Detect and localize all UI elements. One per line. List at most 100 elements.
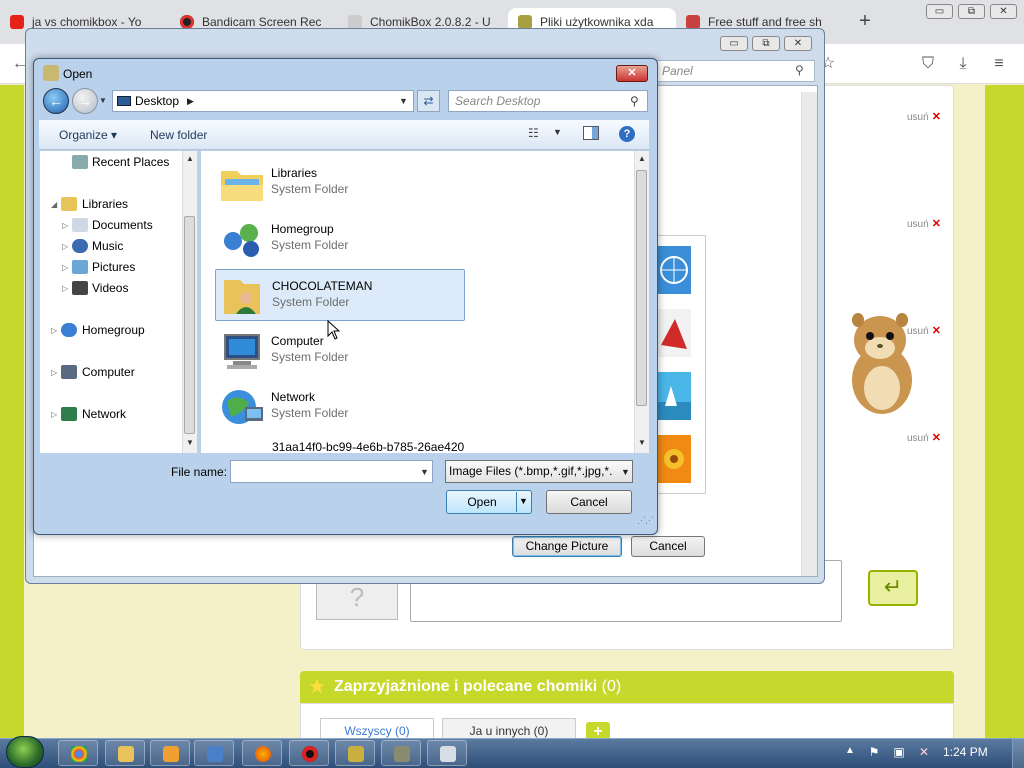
folder-icon (118, 746, 134, 762)
organize-menu[interactable]: Organize ▾ (59, 128, 117, 142)
firefox-icon (255, 746, 271, 762)
cancel-button[interactable]: Cancel (631, 536, 705, 557)
refresh-button[interactable]: ⇄ (417, 90, 440, 112)
friends-section-title: Zaprzyjaźnione i polecane chomiki (0) (334, 678, 621, 696)
taskbar-chrome[interactable] (58, 740, 98, 766)
expand-triangle-icon[interactable]: ▷ (51, 326, 57, 335)
delete-link[interactable]: usuń ✕ (907, 217, 941, 230)
picture-thumbnail[interactable] (657, 372, 691, 420)
picture-thumbnail[interactable] (657, 309, 691, 357)
taskbar-chomikbox[interactable] (335, 740, 375, 766)
scroll-up-icon[interactable]: ▲ (186, 154, 194, 163)
list-item[interactable]: Homegroup System Folder (215, 213, 465, 265)
nav-libraries[interactable]: Libraries (82, 197, 128, 211)
cancel-button[interactable]: Cancel (546, 490, 632, 514)
delete-link[interactable]: usuń ✕ (907, 431, 941, 444)
network-tray-icon[interactable]: ▣ (892, 745, 906, 759)
resize-grip-icon[interactable]: ⋰⋰ (637, 515, 654, 526)
start-button[interactable] (6, 736, 44, 768)
picture-thumbnail[interactable] (657, 435, 691, 483)
chevron-down-icon[interactable]: ▼ (621, 467, 630, 477)
new-tab-button[interactable]: + (854, 10, 876, 32)
file-type-select[interactable]: Image Files (*.bmp,*.gif,*.jpg,*. (445, 460, 633, 483)
open-label: Open (467, 495, 497, 509)
help-button[interactable]: ? (619, 126, 635, 142)
change-view-icon[interactable]: ☷ (528, 126, 539, 140)
nav-videos[interactable]: Videos (92, 281, 128, 295)
forward-button[interactable]: → (72, 88, 98, 114)
taskbar-app[interactable] (427, 740, 467, 766)
address-bar[interactable]: Desktop ▶ ▼ (112, 90, 414, 112)
taskbar-media[interactable] (150, 740, 190, 766)
homegroup-icon (224, 224, 259, 257)
new-folder-button[interactable]: New folder (150, 128, 207, 142)
volume-muted-icon[interactable]: ✕ (917, 745, 931, 759)
minimize-button[interactable]: ▭ (720, 36, 748, 51)
search-input[interactable]: Search Desktop (448, 90, 648, 112)
nav-recent-places[interactable]: Recent Places (92, 155, 169, 169)
file-name-input[interactable] (230, 460, 433, 483)
scrollbar-thumb[interactable] (184, 216, 195, 434)
change-picture-button[interactable]: Change Picture (512, 536, 622, 557)
chevron-down-icon[interactable]: ▼ (519, 496, 528, 506)
close-button[interactable]: ✕ (784, 36, 812, 51)
scrollbar-thumb[interactable] (636, 170, 647, 406)
menu-icon[interactable]: ≡ (989, 54, 1009, 74)
expand-triangle-icon[interactable]: ▷ (51, 410, 57, 419)
nav-homegroup[interactable]: Homegroup (82, 323, 145, 337)
expand-triangle-icon[interactable]: ▷ (62, 263, 68, 272)
list-item-selected[interactable]: CHOCOLATEMAN System Folder (215, 269, 465, 321)
send-button[interactable]: ↵ (868, 570, 918, 606)
nav-network[interactable]: Network (82, 407, 126, 421)
expand-triangle-icon[interactable]: ▷ (62, 284, 68, 293)
preview-pane-button[interactable] (583, 126, 599, 140)
scroll-down-icon[interactable]: ▼ (638, 438, 646, 447)
show-desktop-button[interactable] (1012, 739, 1024, 768)
taskbar-explorer[interactable] (105, 740, 145, 766)
delete-x-icon: ✕ (931, 325, 941, 337)
clock[interactable]: 1:24 PM (943, 745, 988, 759)
taskbar-app[interactable] (381, 740, 421, 766)
collapse-triangle-icon[interactable]: ◢ (51, 200, 57, 209)
scrollbar[interactable] (801, 92, 817, 576)
restore-button[interactable]: ⧉ (958, 4, 985, 19)
taskbar-control-panel[interactable] (194, 740, 234, 766)
search-icon[interactable]: ⚲ (630, 94, 639, 108)
chevron-down-icon[interactable]: ▼ (553, 127, 562, 137)
nav-music[interactable]: Music (92, 239, 123, 253)
recent-pages-dropdown[interactable]: ▼ (99, 96, 107, 105)
restore-button[interactable]: ⧉ (752, 36, 780, 51)
expand-triangle-icon[interactable]: ▷ (62, 242, 68, 251)
file-type: System Folder (271, 238, 349, 252)
list-item[interactable]: Network System Folder (215, 381, 465, 433)
control-panel-search[interactable]: Panel (655, 60, 815, 82)
chevron-down-icon[interactable]: ▼ (420, 467, 429, 477)
nav-computer[interactable]: Computer (82, 365, 135, 379)
list-item[interactable]: Libraries System Folder (215, 157, 465, 209)
file-name[interactable]: 31aa14f0-bc99-4e6b-b785-26ae420 (272, 440, 464, 454)
mouse-cursor-icon (327, 320, 341, 340)
nav-pictures[interactable]: Pictures (92, 260, 135, 274)
breadcrumb-arrow-icon[interactable]: ▶ (187, 91, 194, 111)
back-button[interactable]: ← (43, 88, 69, 114)
close-button[interactable]: ✕ (616, 65, 648, 82)
picture-thumbnail[interactable] (657, 246, 691, 294)
taskbar-bandicam[interactable] (289, 740, 329, 766)
pocket-icon[interactable]: ⛉ (918, 54, 938, 74)
scroll-up-icon[interactable]: ▲ (638, 154, 646, 163)
organize-label: Organize (59, 128, 108, 142)
expand-triangle-icon[interactable]: ▷ (51, 368, 57, 377)
taskbar-firefox[interactable] (242, 740, 282, 766)
chevron-down-icon[interactable]: ▼ (399, 91, 408, 111)
delete-link[interactable]: usuń ✕ (907, 110, 941, 123)
scroll-down-icon[interactable]: ▼ (186, 438, 194, 447)
search-icon[interactable]: ⚲ (795, 63, 804, 77)
nav-documents[interactable]: Documents (92, 218, 153, 232)
minimize-button[interactable]: ▭ (926, 4, 953, 19)
delete-label: usuń (907, 433, 929, 444)
flag-icon[interactable]: ⚑ (867, 745, 881, 759)
close-button[interactable]: ✕ (990, 4, 1017, 19)
download-icon[interactable]: ⤓ (953, 54, 973, 74)
expand-triangle-icon[interactable]: ▷ (62, 221, 68, 230)
show-hidden-icons[interactable]: ▲ (845, 745, 855, 756)
